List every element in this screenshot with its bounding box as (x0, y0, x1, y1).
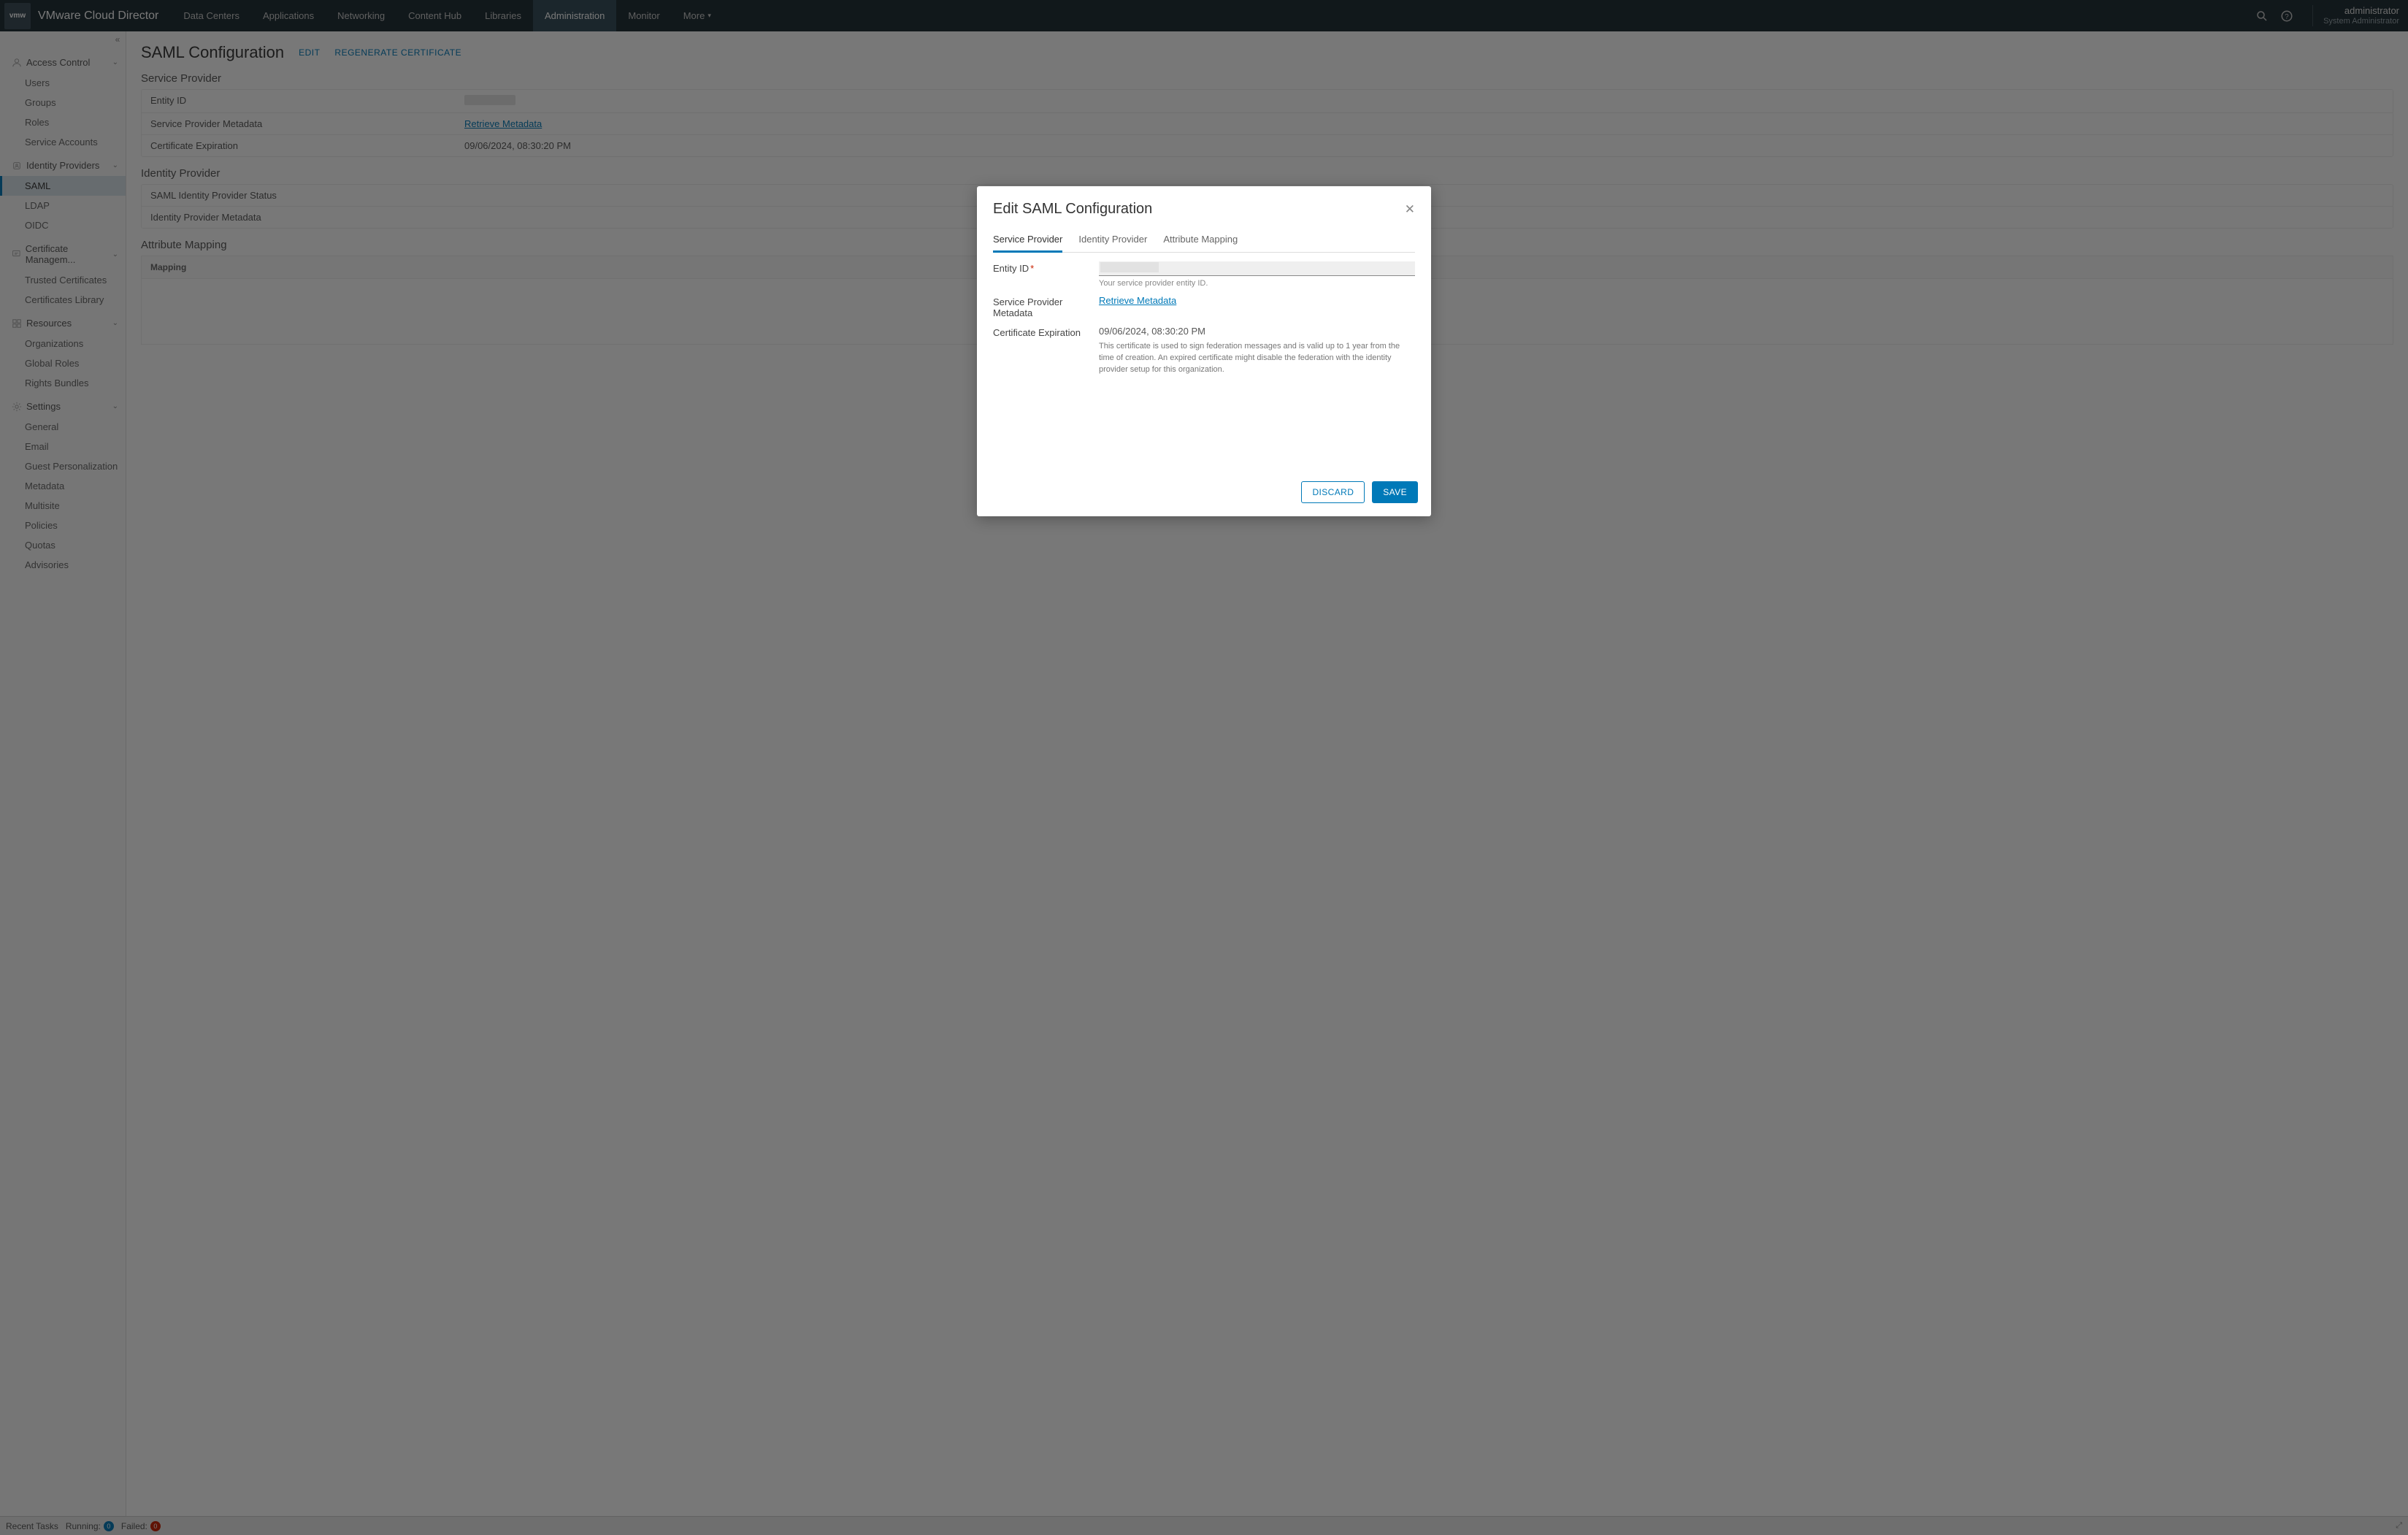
cert-expiration-note: This certificate is used to sign federat… (1099, 341, 1415, 376)
modal-footer: DISCARD SAVE (977, 472, 1431, 516)
form-row-sp-metadata: Service Provider Metadata Retrieve Metad… (993, 295, 1415, 318)
tab-service-provider[interactable]: Service Provider (993, 229, 1062, 253)
tab-attribute-mapping[interactable]: Attribute Mapping (1163, 229, 1238, 252)
discard-button[interactable]: DISCARD (1301, 481, 1365, 503)
modal-header: Edit SAML Configuration ✕ (977, 186, 1431, 222)
close-icon[interactable]: ✕ (1405, 202, 1415, 217)
sp-metadata-label: Service Provider Metadata (993, 295, 1099, 318)
cert-expiration-label: Certificate Expiration (993, 326, 1099, 376)
form-row-entity-id: Entity ID* Your service provider entity … (993, 261, 1415, 288)
modal-body: Entity ID* Your service provider entity … (977, 253, 1431, 472)
form-row-cert-expiration: Certificate Expiration 09/06/2024, 08:30… (993, 326, 1415, 376)
required-marker: * (1030, 263, 1034, 274)
edit-saml-modal: Edit SAML Configuration ✕ Service Provid… (977, 186, 1431, 516)
modal-title: Edit SAML Configuration (993, 201, 1152, 218)
save-button[interactable]: SAVE (1372, 481, 1418, 503)
modal-tabs: Service Provider Identity Provider Attri… (993, 229, 1415, 253)
entity-id-hint: Your service provider entity ID. (1099, 279, 1415, 288)
entity-id-label: Entity ID* (993, 261, 1099, 288)
tab-identity-provider[interactable]: Identity Provider (1078, 229, 1147, 252)
cert-expiration-value: 09/06/2024, 08:30:20 PM (1099, 326, 1415, 337)
retrieve-metadata-link[interactable]: Retrieve Metadata (1099, 295, 1176, 306)
modal-overlay: Edit SAML Configuration ✕ Service Provid… (0, 0, 2408, 1535)
redacted-value (1100, 262, 1159, 272)
entity-id-label-text: Entity ID (993, 263, 1029, 274)
